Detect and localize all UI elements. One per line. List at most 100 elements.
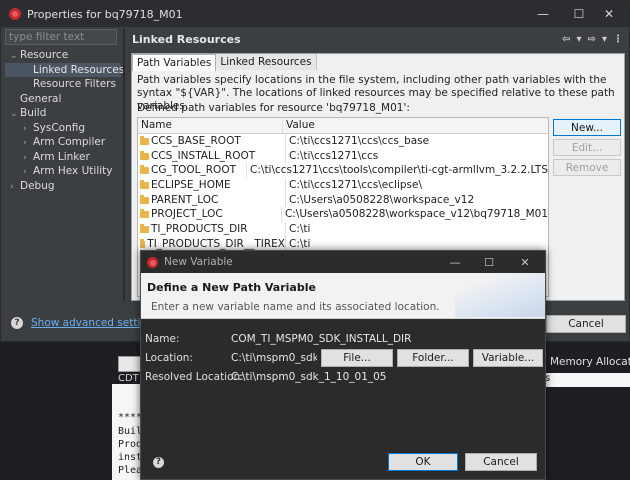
folder-icon xyxy=(140,150,149,160)
properties-tree: ⌄ Resource Linked Resources Resource Filter… xyxy=(5,48,125,194)
tree-item-arm-compiler[interactable]: › Arm Compiler xyxy=(5,135,121,150)
tree-item-resource-filters[interactable]: Resource Filters xyxy=(5,77,121,92)
tree-item-label: SysConfig xyxy=(33,121,86,134)
tree-item-debug[interactable]: › Debug xyxy=(5,179,121,194)
variable-value: C:\Users\a0508228\workspace_v12 xyxy=(289,193,475,206)
tree-item-label: Resource Filters xyxy=(33,78,116,90)
tree-item-arm-linker[interactable]: › Arm Linker xyxy=(5,150,121,165)
table-row[interactable]: CG_TOOL_ROOT C:\ti\ccs1271\ccs\tools\comp… xyxy=(138,163,548,179)
variable-name: CG_TOOL_ROOT xyxy=(151,164,236,177)
folder-icon xyxy=(140,223,149,233)
back-menu-chevron-icon[interactable]: ▾ xyxy=(577,34,582,45)
console-title: CDT xyxy=(118,373,139,384)
variable-value: C:\ti\ccs1271\ccs\eclipse\ xyxy=(289,179,423,192)
tree-item-label: Debug xyxy=(20,179,55,192)
variable-value: C:\ti xyxy=(289,223,311,236)
variable-name-cell: CCS_INSTALL_ROOT xyxy=(138,148,286,164)
variable-button[interactable]: Variable... xyxy=(473,349,543,367)
tree-item-label: Resource xyxy=(20,49,69,61)
remove-button[interactable]: Remove xyxy=(553,159,621,176)
edit-button[interactable]: Edit... xyxy=(553,139,621,156)
tab-linked-resources[interactable]: Linked Resources xyxy=(216,54,317,70)
page-title: Linked Resources xyxy=(132,32,241,46)
dialog-heading: Define a New Path Variable xyxy=(147,281,316,294)
new-variable-dialog: New Variable — ☐ ✕ Define a New Path Var… xyxy=(140,250,546,480)
tree-item-resource[interactable]: ⌄ Resource xyxy=(5,48,121,63)
variable-name-cell: ECLIPSE_HOME xyxy=(138,178,286,193)
tab-strip: Path Variables Linked Resources xyxy=(132,54,317,71)
chevron-icon[interactable]: › xyxy=(23,122,33,137)
chevron-icon[interactable]: › xyxy=(23,165,33,180)
table-row[interactable]: PROJECT_LOC C:\Users\a0508228\workspace_v… xyxy=(138,207,548,223)
dialog-cancel-button[interactable]: Cancel xyxy=(465,453,537,471)
chevron-icon[interactable]: ⌄ xyxy=(10,49,20,64)
chevron-icon[interactable]: › xyxy=(10,180,20,195)
ccs-app-icon xyxy=(9,8,21,20)
properties-cancel-button[interactable]: Cancel xyxy=(546,315,626,333)
folder-icon xyxy=(140,209,149,219)
variable-name: TI_PRODUCTS_DIR xyxy=(151,223,248,236)
variable-name-cell: PARENT_LOC xyxy=(138,192,286,208)
back-arrow-icon[interactable]: ⇦ xyxy=(562,34,570,45)
forward-menu-chevron-icon[interactable]: ▾ xyxy=(602,34,607,45)
table-row[interactable]: TI_PRODUCTS_DIR C:\ti xyxy=(138,222,548,237)
ok-button[interactable]: OK xyxy=(388,453,458,471)
variable-name-cell: PROJECT_LOC xyxy=(138,207,282,223)
folder-icon xyxy=(140,238,146,248)
tree-item-arm-hex-utility[interactable]: › Arm Hex Utility xyxy=(5,164,121,179)
chevron-icon[interactable]: ⌄ xyxy=(10,107,20,122)
tree-item-label: Arm Hex Utility xyxy=(33,165,113,177)
variable-name: CCS_BASE_ROOT xyxy=(151,135,241,147)
dialog-maximize-icon[interactable]: ☐ xyxy=(471,251,507,273)
variable-name-cell: CCS_BASE_ROOT xyxy=(138,134,286,149)
dialog-close-icon[interactable]: ✕ xyxy=(507,251,543,273)
tree-item-sysconfig[interactable]: › SysConfig xyxy=(5,121,121,136)
folder-icon xyxy=(140,179,149,189)
dialog-titlebar[interactable]: New Variable — ☐ ✕ xyxy=(141,251,545,273)
variable-value: C:\Users\a0508228\workspace_v12\bq79718_… xyxy=(284,208,548,221)
tab-path-variables[interactable]: Path Variables xyxy=(132,54,217,71)
tree-item-linked-resources[interactable]: Linked Resources xyxy=(5,62,125,77)
chevron-icon[interactable]: › xyxy=(23,136,33,151)
column-header-name[interactable]: Name xyxy=(138,118,283,133)
tree-item-label: Linked Resources xyxy=(33,63,125,76)
help-icon[interactable]: ? xyxy=(11,317,23,329)
page-header: Linked Resources ⇦ ▾ ⇨ ▾ ⋮ xyxy=(127,29,629,49)
chevron-icon[interactable]: › xyxy=(23,151,33,166)
column-header-value[interactable]: Value xyxy=(283,118,548,133)
name-field[interactable]: COM_TI_MSPM0_SDK_INSTALL_DIR xyxy=(231,333,521,345)
resolved-location-label: Resolved Location: xyxy=(145,371,244,383)
forward-arrow-icon[interactable]: ⇨ xyxy=(588,34,596,45)
variable-value: C:\ti\ccs1271\ccs\tools\compiler\ti-cgt-… xyxy=(250,164,548,177)
properties-sidebar: type filter text ⌄ Resource Linked Resourc… xyxy=(5,29,125,299)
resolved-location-value: C:\ti\mspm0_sdk_1_10_01_05 xyxy=(231,371,387,383)
file-button[interactable]: File... xyxy=(321,349,393,367)
table-row[interactable]: CCS_INSTALL_ROOT C:\ti\ccs1271\ccs xyxy=(138,148,548,164)
tree-item-general[interactable]: General xyxy=(5,92,121,107)
memory-allocation-tab[interactable]: Memory Allocatio xyxy=(550,356,630,368)
properties-titlebar[interactable]: Properties for bq79718_M01 — ☐ ✕ xyxy=(1,1,629,27)
folder-button[interactable]: Folder... xyxy=(397,349,469,367)
dialog-banner: Define a New Path Variable Enter a new v… xyxy=(141,273,545,319)
tree-item-label: Arm Linker xyxy=(33,150,90,163)
defined-variables-label: Defined path variables for resource 'bq7… xyxy=(137,102,410,114)
location-field[interactable]: C:\ti\mspm0_sdk_1_10_01_05 xyxy=(231,352,317,364)
dialog-help-icon[interactable]: ? xyxy=(153,457,164,468)
sash-divider[interactable] xyxy=(123,29,125,301)
table-header: Name Value xyxy=(138,118,548,134)
dialog-minimize-icon[interactable]: — xyxy=(437,251,473,273)
new-button[interactable]: New... xyxy=(553,119,621,136)
tree-item-build[interactable]: ⌄ Build xyxy=(5,106,121,121)
variable-name: PROJECT_LOC xyxy=(151,208,223,221)
table-row[interactable]: CCS_BASE_ROOT C:\ti\ccs1271\ccs\ccs_base xyxy=(138,134,548,149)
memory-allocation-header xyxy=(544,373,630,387)
variable-name-cell: TI_PRODUCTS_DIR xyxy=(138,222,286,237)
window-title: Properties for bq79718_M01 xyxy=(27,7,183,21)
close-icon[interactable]: ✕ xyxy=(587,1,630,27)
table-row[interactable]: ECLIPSE_HOME C:\ti\ccs1271\ccs\eclipse\ xyxy=(138,178,548,193)
filter-input[interactable]: type filter text xyxy=(5,29,117,45)
name-label: Name: xyxy=(145,333,180,345)
table-row[interactable]: PARENT_LOC C:\Users\a0508228\workspace_v1… xyxy=(138,192,548,208)
view-menu-icon[interactable]: ⋮ xyxy=(613,34,623,45)
dialog-subheading: Enter a new variable name and its associ… xyxy=(151,301,440,313)
